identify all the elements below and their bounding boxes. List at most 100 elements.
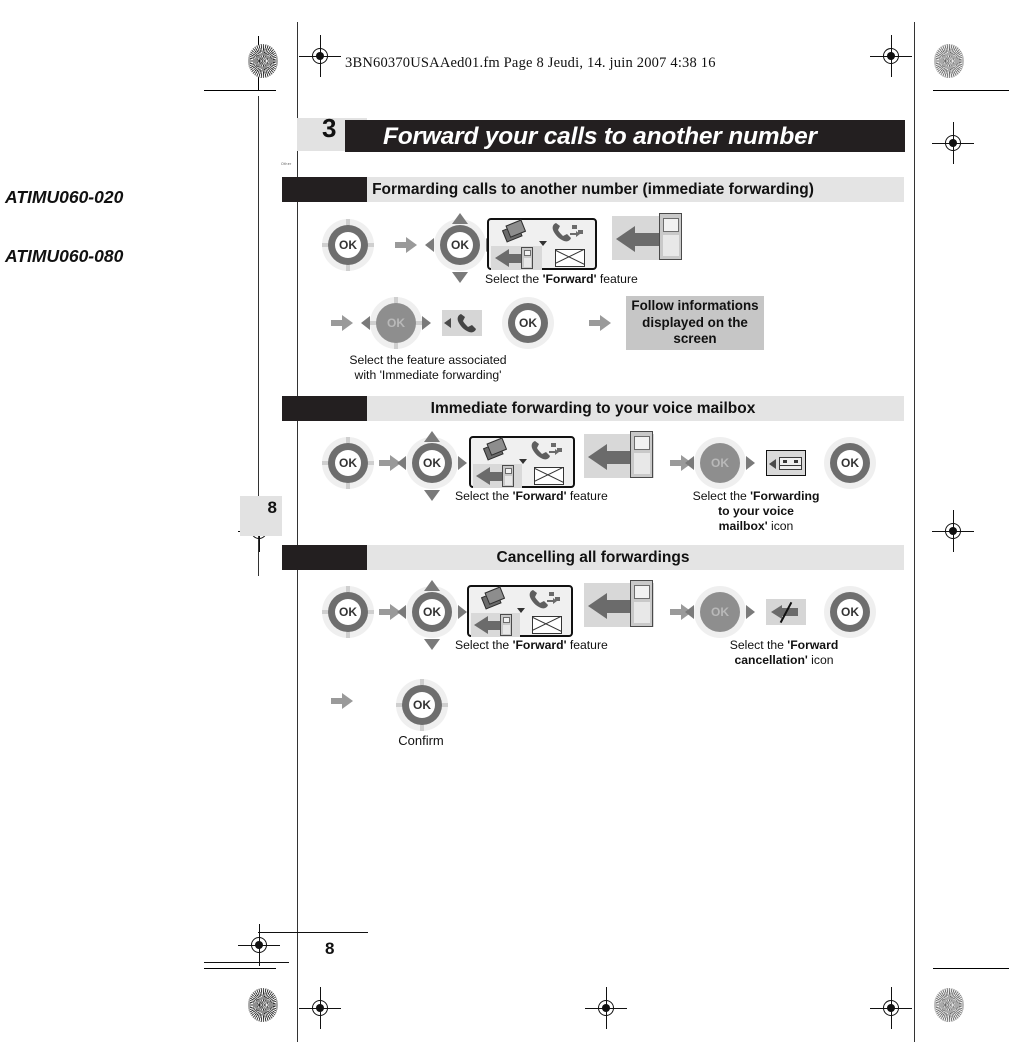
nav-left-arrow-icon[interactable] <box>425 238 434 252</box>
envelope-icon <box>534 467 564 485</box>
nav-left-arrow-icon[interactable] <box>397 605 406 619</box>
feature-tile-forward-cancellation[interactable] <box>766 599 806 625</box>
menu-grid-s3[interactable] <box>467 585 573 637</box>
crop-line-bottom-left <box>204 968 276 969</box>
menu-grid-s2[interactable] <box>469 436 575 488</box>
print-control-patch-top-left <box>248 44 278 78</box>
crop-line-top-right <box>933 90 1009 91</box>
caption-line-1: Select the feature associated <box>349 353 507 367</box>
feature-tile-voice-mailbox[interactable] <box>766 450 806 476</box>
menu-cell-messages[interactable] <box>544 246 596 270</box>
nav-key-directional-s3b[interactable]: OK <box>694 586 746 638</box>
feature-tile-immediate-forwarding[interactable] <box>442 310 482 336</box>
section-title: Formarding calls to another number (imme… <box>372 181 814 198</box>
nav-key-ok-s1a[interactable]: OK <box>322 219 374 271</box>
ok-label: OK <box>837 599 863 625</box>
menu-cell-forward-selected[interactable] <box>471 613 520 637</box>
menu-cell-phonebook[interactable] <box>491 218 542 248</box>
envelope-icon <box>555 249 585 267</box>
menu-grid-s1[interactable] <box>487 218 597 270</box>
section-title: Immediate forwarding to your voice mailb… <box>430 400 756 417</box>
nav-up-arrow-icon[interactable] <box>424 431 440 442</box>
ok-label: OK <box>419 599 445 625</box>
caption-part: icon <box>767 519 794 534</box>
voice-mailbox-icon <box>779 457 802 470</box>
crop-line-top-left <box>204 90 276 91</box>
caption-emphasis: cancellation' <box>734 653 808 668</box>
caption-emphasis: 'Forwarding <box>750 489 820 503</box>
ok-label: OK <box>409 692 435 718</box>
nav-right-arrow-icon[interactable] <box>422 316 431 330</box>
caption-part: Select the <box>455 489 513 503</box>
phonebook-icon <box>482 436 514 466</box>
caption-part: feature <box>566 489 608 503</box>
menu-cell-forward-selected[interactable] <box>473 464 522 488</box>
nav-key-directional-s1b[interactable]: OK <box>370 297 422 349</box>
nav-key-directional-s3[interactable]: OK <box>406 586 458 638</box>
flow-arrow-s1-2 <box>331 315 353 331</box>
chapter-number: 3 <box>322 113 337 143</box>
section-title: Cancelling all forwardings <box>496 549 690 566</box>
trim-line-right <box>914 22 915 1042</box>
nav-key-ok-s3a[interactable]: OK <box>322 586 374 638</box>
handset-arrows-icon <box>529 590 560 609</box>
handset-thumbnail-s3 <box>630 580 653 627</box>
forward-arrow-icon <box>588 592 636 620</box>
caption-confirm: Confirm <box>398 733 444 748</box>
nav-key-directional-s2[interactable]: OK <box>406 437 458 489</box>
menu-cell-call-transfer[interactable] <box>544 221 596 245</box>
chapter-title-bar: Forward your calls to another number <box>345 120 905 152</box>
nav-right-arrow-icon[interactable] <box>746 456 755 470</box>
left-caret-icon <box>444 318 451 328</box>
page-folio-number: 8 <box>325 939 335 958</box>
nav-right-arrow-icon[interactable] <box>746 605 755 619</box>
note-follow-screen-instructions: Follow informations displayed on the scr… <box>626 296 764 350</box>
caption-select-immediate-forwarding: Select the feature associated with 'Imme… <box>348 353 508 383</box>
nav-key-ok-s1b[interactable]: OK <box>502 297 554 349</box>
caption-part: Select the <box>692 489 751 503</box>
nav-left-arrow-icon[interactable] <box>685 605 694 619</box>
nav-key-directional-s1[interactable]: OK <box>434 219 486 271</box>
handset-arrows-icon <box>552 223 583 242</box>
nav-key-directional-s2b[interactable]: OK <box>694 437 746 489</box>
ok-label: OK <box>707 450 733 476</box>
nav-down-arrow-icon[interactable] <box>424 639 440 650</box>
nav-key-ok-s2a[interactable]: OK <box>322 437 374 489</box>
nav-left-arrow-icon[interactable] <box>397 456 406 470</box>
menu-cell-call-transfer[interactable] <box>522 588 572 612</box>
nav-down-arrow-icon[interactable] <box>424 490 440 501</box>
nav-left-arrow-icon[interactable] <box>361 316 370 330</box>
nav-right-arrow-icon[interactable] <box>458 605 467 619</box>
menu-cell-call-transfer[interactable] <box>524 439 574 463</box>
print-control-patch-top-right <box>934 44 964 78</box>
nav-key-confirm[interactable]: OK <box>396 679 448 731</box>
menu-cell-messages[interactable] <box>522 613 572 637</box>
menu-cell-forward-selected[interactable] <box>491 246 542 270</box>
nav-key-ok-s3b[interactable]: OK <box>824 586 876 638</box>
caption-emphasis: 'Forward <box>787 638 839 652</box>
handset-icon <box>521 247 533 269</box>
nav-up-arrow-icon[interactable] <box>452 213 468 224</box>
ok-label: OK <box>335 599 361 625</box>
handset-icon <box>500 614 512 636</box>
margin-code-1: ATIMU060-020 <box>5 187 124 207</box>
caption-emphasis: to your voice <box>718 504 794 519</box>
phonebook-icon <box>501 218 533 248</box>
section-header-cancel-forwardings: Cancelling all forwardings <box>282 545 904 570</box>
nav-down-arrow-icon[interactable] <box>452 272 468 283</box>
nav-up-arrow-icon[interactable] <box>424 580 440 591</box>
menu-cell-phonebook[interactable] <box>473 436 522 466</box>
flow-arrow-s3-3 <box>331 693 353 709</box>
menu-cell-messages[interactable] <box>524 464 574 488</box>
handset-icon <box>502 465 514 487</box>
nav-key-ok-s2b[interactable]: OK <box>824 437 876 489</box>
caption-emphasis: mailbox' <box>718 519 768 534</box>
nav-left-arrow-icon[interactable] <box>685 456 694 470</box>
ok-label: OK <box>419 450 445 476</box>
note-line-1: Follow informations <box>631 298 759 314</box>
menu-cell-phonebook[interactable] <box>471 586 520 612</box>
ok-label: OK <box>335 232 361 258</box>
margin-code-2: ATIMU060-080 <box>5 246 124 266</box>
handset-thumbnail-s2 <box>630 431 653 478</box>
nav-right-arrow-icon[interactable] <box>458 456 467 470</box>
